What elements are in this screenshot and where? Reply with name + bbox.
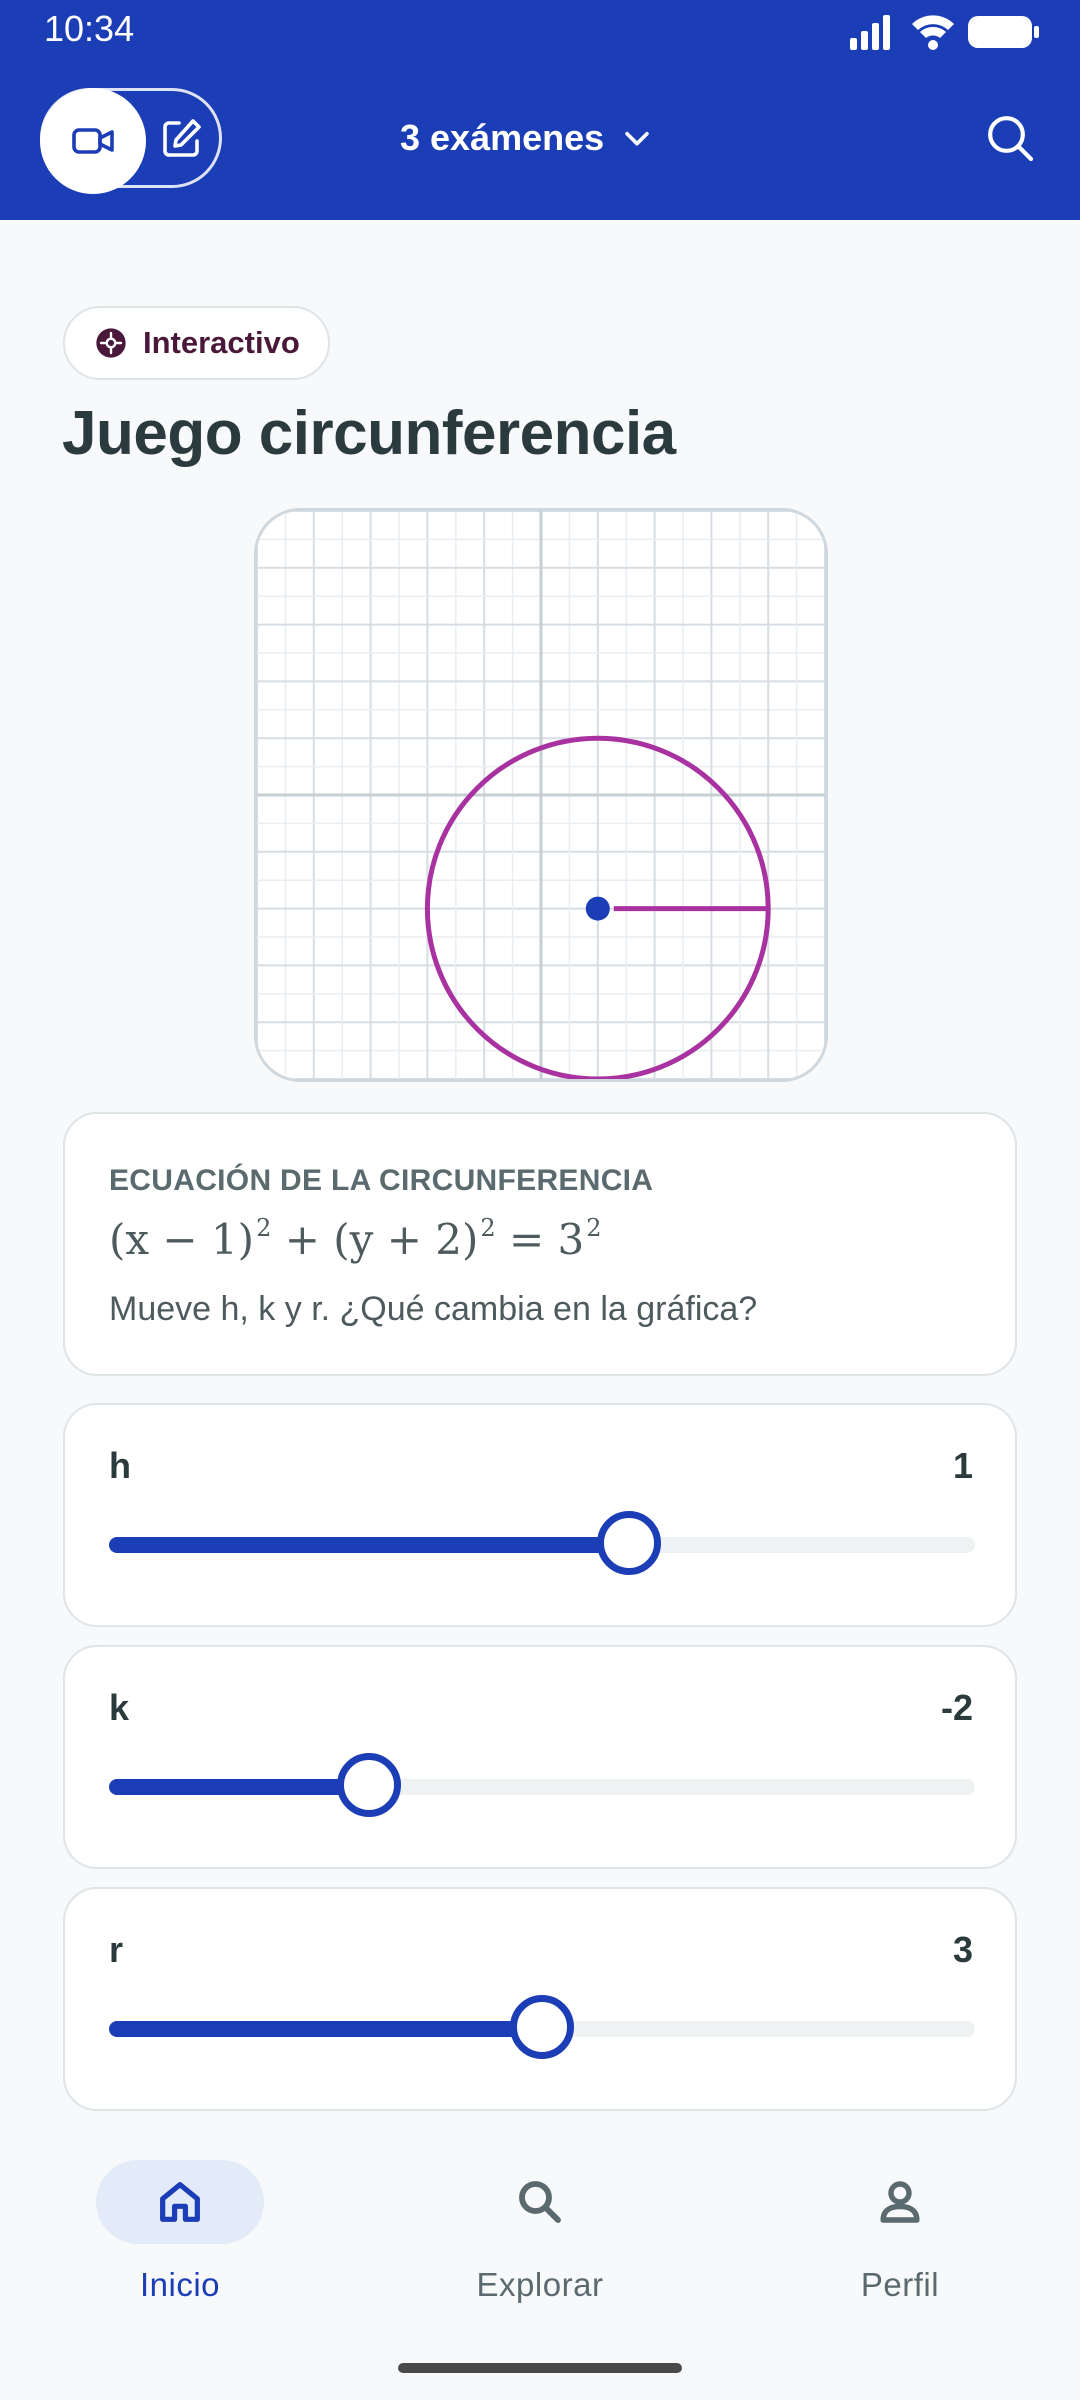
equation-part: (x − 1) <box>109 1215 255 1264</box>
slider-fill <box>109 1779 369 1795</box>
tag-label: Interactivo <box>143 325 300 360</box>
slider-thumb[interactable] <box>596 1511 661 1575</box>
nav-icon-container <box>456 2160 624 2244</box>
page-title: Juego circunferencia <box>62 399 676 468</box>
slider-track[interactable] <box>109 1753 975 1817</box>
equation-card: ECUACIÓN DE LA CIRCUNFERENCIA (x − 1)2 +… <box>63 1112 1017 1376</box>
chevron-down-icon <box>625 131 649 146</box>
search-icon <box>988 116 1034 162</box>
equation-exponent: 2 <box>256 1214 272 1242</box>
signal-icon <box>850 15 890 50</box>
nav-label: Inicio <box>139 2266 221 2303</box>
wifi-icon <box>912 15 954 50</box>
exam-selector-label: 3 exámenes <box>400 117 605 158</box>
exam-selector-dropdown[interactable]: 3 exámenes <box>400 105 654 171</box>
slider-value: 3 <box>952 1929 973 1970</box>
slider-name: k <box>109 1687 130 1728</box>
nav-icon-container <box>96 2160 264 2244</box>
equation-exponent: 2 <box>480 1214 496 1242</box>
battery-icon <box>968 16 1039 48</box>
search-button[interactable] <box>980 108 1040 168</box>
person-icon <box>880 2181 920 2223</box>
slider-card-k: k -2 <box>63 1645 1017 1869</box>
circle-graph[interactable] <box>254 508 828 1082</box>
slider-fill <box>109 1537 629 1553</box>
slider-track[interactable] <box>109 1511 975 1575</box>
interactive-icon <box>96 328 126 358</box>
circle-equation: (x − 1)2 + (y + 2)2 = 32 <box>109 1214 602 1264</box>
equation-part: + (y + 2) <box>271 1215 479 1264</box>
nav-item-explorar[interactable]: Explorar <box>430 2160 650 2340</box>
video-camera-icon <box>72 128 114 154</box>
equation-hint: Mueve h, k y r. ¿Qué cambia en la gráfic… <box>109 1290 758 1328</box>
equation-exponent: 2 <box>586 1214 602 1242</box>
slider-thumb[interactable] <box>510 1995 574 2059</box>
nav-label: Explorar <box>476 2266 604 2303</box>
nav-item-perfil[interactable]: Perfil <box>790 2160 1010 2340</box>
slider-track[interactable] <box>109 1995 975 2059</box>
home-icon <box>160 2182 200 2222</box>
center-point <box>585 896 610 921</box>
app-header: 10:34 3 exámenes <box>0 0 1080 220</box>
equation-part: = 3 <box>495 1215 585 1264</box>
slider-thumb[interactable] <box>336 1753 401 1817</box>
interactive-tag: Interactivo <box>63 306 330 380</box>
mode-toggle[interactable] <box>40 88 222 194</box>
slider-card-h: h 1 <box>63 1403 1017 1627</box>
edit-icon <box>163 119 201 157</box>
nav-label: Perfil <box>860 2266 940 2303</box>
status-time: 10:34 <box>44 8 135 49</box>
nav-item-inicio[interactable]: Inicio <box>70 2160 290 2340</box>
bottom-navigation: Inicio Explorar Perfil <box>0 2130 1080 2400</box>
home-indicator <box>398 2363 682 2373</box>
nav-icon-container <box>816 2160 984 2244</box>
slider-name: h <box>109 1445 131 1486</box>
status-icons <box>850 10 1040 54</box>
slider-card-r: r 3 <box>63 1887 1017 2111</box>
edit-mode-button[interactable] <box>155 113 207 165</box>
slider-value: 1 <box>952 1445 973 1486</box>
slider-name: r <box>109 1929 124 1970</box>
slider-fill <box>109 2021 542 2037</box>
video-mode-button[interactable] <box>40 88 146 194</box>
slider-value: -2 <box>940 1687 973 1728</box>
search-icon <box>519 2181 561 2223</box>
equation-label: ECUACIÓN DE LA CIRCUNFERENCIA <box>109 1164 654 1197</box>
